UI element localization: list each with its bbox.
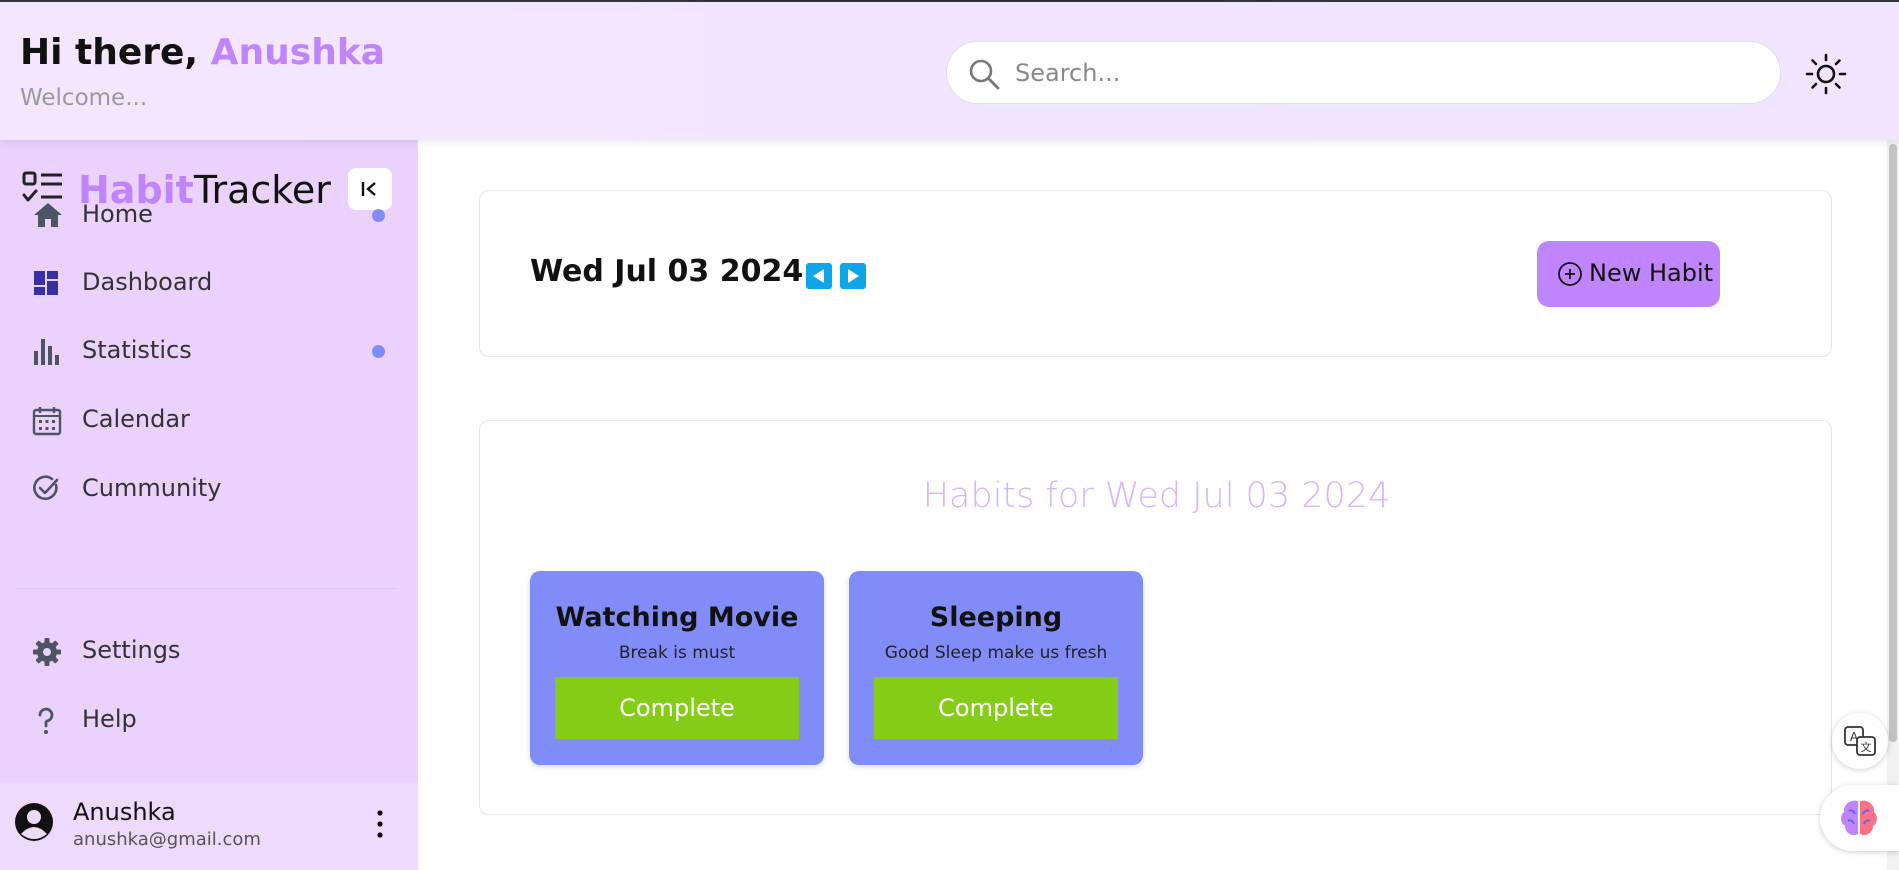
sidebar-item-dashboard[interactable]: Dashboard (30, 258, 400, 308)
check-circle-icon (33, 475, 59, 500)
habit-card: Sleeping Good Sleep make us fresh Comple… (849, 571, 1143, 765)
sidebar: HabitTracker Home Dashboard Statistics C… (0, 140, 418, 870)
welcome-text: Welcome... (20, 85, 148, 111)
user-email: anushka@gmail.com (73, 829, 261, 850)
complete-button[interactable]: Complete (874, 677, 1118, 739)
search-icon (969, 59, 1000, 90)
notification-dot (372, 209, 385, 222)
habit-description: Good Sleep make us fresh (884, 643, 1108, 663)
habit-description: Break is must (618, 643, 736, 663)
sidebar-item-label: Home (82, 200, 153, 228)
user-profile: Anushka anushka@gmail.com (0, 782, 418, 870)
top-bar: Hi there, Anushka Welcome... (0, 0, 1899, 140)
date-navigator-card: Wed Jul 03 2024 New Habit (479, 190, 1832, 357)
sidebar-item-label: Help (82, 705, 137, 733)
sidebar-item-help[interactable]: Help (30, 695, 400, 745)
avatar-icon (15, 803, 53, 841)
user-name: Anushka (73, 798, 176, 826)
translate-icon: A 文 (1844, 726, 1876, 756)
next-day-button[interactable] (840, 263, 866, 289)
question-icon (38, 707, 54, 734)
home-icon (34, 203, 62, 227)
more-vertical-icon[interactable] (368, 808, 392, 840)
sidebar-item-statistics[interactable]: Statistics (30, 326, 400, 376)
greeting-prefix: Hi there, (20, 32, 211, 73)
search-bar[interactable] (946, 41, 1781, 104)
brain-icon (1841, 800, 1877, 836)
notification-dot (372, 345, 385, 358)
sidebar-item-label: Dashboard (82, 268, 213, 296)
previous-day-button[interactable] (806, 263, 832, 289)
sidebar-item-home[interactable]: Home (30, 190, 400, 240)
sidebar-item-settings[interactable]: Settings (30, 626, 400, 676)
habit-title: Sleeping (929, 602, 1063, 633)
gear-icon (33, 638, 61, 666)
sidebar-item-label: Calendar (82, 405, 190, 433)
scrollbar-thumb[interactable] (1889, 144, 1897, 742)
search-input[interactable] (1015, 54, 1755, 92)
sidebar-item-label: Settings (82, 636, 181, 664)
habit-title: Watching Movie (555, 602, 799, 633)
habits-card: Habits for Wed Jul 03 2024 Watching Movi… (479, 420, 1832, 815)
sidebar-item-cummunity[interactable]: Cummunity (30, 464, 400, 514)
svg-text:文: 文 (1861, 740, 1872, 754)
habits-title: Habits for Wed Jul 03 2024 (922, 476, 1391, 516)
sun-icon[interactable] (1804, 52, 1848, 96)
calendar-icon (32, 407, 62, 436)
scrollbar[interactable] (1887, 140, 1899, 870)
new-habit-button[interactable]: New Habit (1537, 241, 1720, 307)
plus-circle-icon (1558, 262, 1582, 286)
sidebar-item-calendar[interactable]: Calendar (30, 395, 400, 445)
new-habit-label: New Habit (1589, 259, 1714, 287)
complete-button[interactable]: Complete (555, 677, 799, 739)
habit-card: Watching Movie Break is must Complete (530, 571, 824, 765)
greeting: Hi there, Anushka (20, 32, 385, 73)
greeting-user-name: Anushka (210, 32, 386, 73)
sidebar-item-label: Statistics (82, 336, 192, 364)
dashboard-icon (34, 271, 58, 295)
sidebar-divider (16, 588, 396, 589)
ai-assistant-button[interactable] (1820, 785, 1899, 851)
current-date: Wed Jul 03 2024 (530, 254, 804, 289)
bar-chart-icon (34, 339, 59, 365)
translate-button[interactable]: A 文 (1832, 713, 1888, 769)
sidebar-item-label: Cummunity (82, 474, 222, 502)
